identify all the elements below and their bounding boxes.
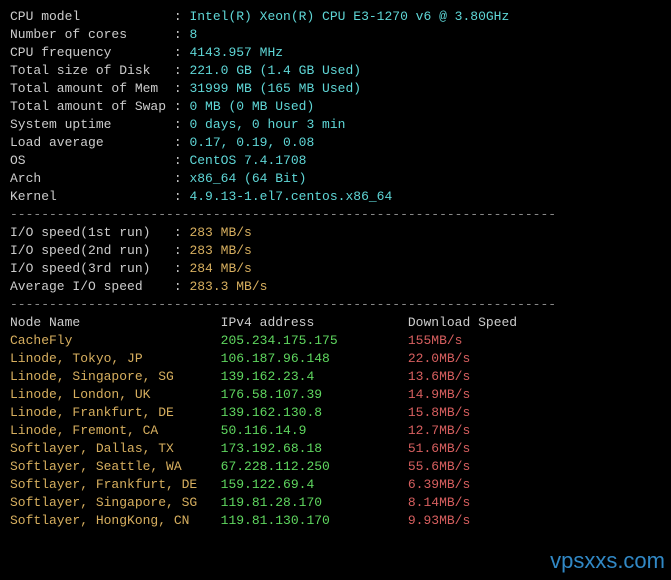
io-value: 283.3 MB/s — [189, 279, 267, 294]
node-row: CacheFly 205.234.175.175 155MB/s — [10, 332, 661, 350]
sysinfo-row: Total size of Disk : 221.0 GB (1.4 GB Us… — [10, 62, 661, 80]
node-row: Softlayer, Frankfurt, DE 159.122.69.4 6.… — [10, 476, 661, 494]
sysinfo-value: 8 — [189, 27, 197, 42]
terminal-output: CPU model : Intel(R) Xeon(R) CPU E3-1270… — [10, 8, 661, 530]
sysinfo-value: 4143.957 MHz — [189, 45, 283, 60]
sysinfo-row: System uptime : 0 days, 0 hour 3 min — [10, 116, 661, 134]
node-speed: 51.6MB/s — [408, 441, 470, 456]
sysinfo-value: 221.0 GB (1.4 GB Used) — [189, 63, 361, 78]
node-name: Linode, Fremont, CA — [10, 423, 221, 438]
node-speed: 13.6MB/s — [408, 369, 470, 384]
node-name: Linode, Tokyo, JP — [10, 351, 221, 366]
node-speed: 14.9MB/s — [408, 387, 470, 402]
sysinfo-value: x86_64 (64 Bit) — [189, 171, 306, 186]
node-speed: 9.93MB/s — [408, 513, 470, 528]
node-speed: 15.8MB/s — [408, 405, 470, 420]
io-value: 284 MB/s — [189, 261, 251, 276]
io-label: Average I/O speed — [10, 279, 174, 294]
io-row: I/O speed(3rd run) : 284 MB/s — [10, 260, 661, 278]
io-label: I/O speed(3rd run) — [10, 261, 174, 276]
node-ip: 106.187.96.148 — [221, 351, 408, 366]
sysinfo-row: Number of cores : 8 — [10, 26, 661, 44]
io-value: 283 MB/s — [189, 225, 251, 240]
sysinfo-value: 0.17, 0.19, 0.08 — [189, 135, 314, 150]
sysinfo-label: CPU frequency — [10, 45, 174, 60]
node-row: Softlayer, Seattle, WA 67.228.112.250 55… — [10, 458, 661, 476]
node-ip: 159.122.69.4 — [221, 477, 408, 492]
node-row: Linode, London, UK 176.58.107.39 14.9MB/… — [10, 386, 661, 404]
node-speed: 8.14MB/s — [408, 495, 470, 510]
sysinfo-row: Total amount of Mem : 31999 MB (165 MB U… — [10, 80, 661, 98]
sysinfo-label: Total size of Disk — [10, 63, 174, 78]
sysinfo-value: 0 days, 0 hour 3 min — [189, 117, 345, 132]
node-name: CacheFly — [10, 333, 221, 348]
node-name: Softlayer, Frankfurt, DE — [10, 477, 221, 492]
node-speed: 155MB/s — [408, 333, 463, 348]
sysinfo-label: OS — [10, 153, 174, 168]
sysinfo-row: CPU frequency : 4143.957 MHz — [10, 44, 661, 62]
node-name: Softlayer, Seattle, WA — [10, 459, 221, 474]
io-row: I/O speed(1st run) : 283 MB/s — [10, 224, 661, 242]
io-value: 283 MB/s — [189, 243, 251, 258]
sysinfo-label: Total amount of Swap — [10, 99, 174, 114]
node-row: Softlayer, Singapore, SG 119.81.28.170 8… — [10, 494, 661, 512]
node-table-header: Node Name IPv4 address Download Speed — [10, 314, 661, 332]
sysinfo-row: Load average : 0.17, 0.19, 0.08 — [10, 134, 661, 152]
node-row: Linode, Singapore, SG 139.162.23.4 13.6M… — [10, 368, 661, 386]
node-row: Linode, Frankfurt, DE 139.162.130.8 15.8… — [10, 404, 661, 422]
sysinfo-value: Intel(R) Xeon(R) CPU E3-1270 v6 @ 3.80GH… — [189, 9, 509, 24]
io-label: I/O speed(2nd run) — [10, 243, 174, 258]
node-ip: 67.228.112.250 — [221, 459, 408, 474]
sysinfo-label: Load average — [10, 135, 174, 150]
node-ip: 205.234.175.175 — [221, 333, 408, 348]
sysinfo-label: CPU model — [10, 9, 174, 24]
node-ip: 139.162.23.4 — [221, 369, 408, 384]
io-row: I/O speed(2nd run) : 283 MB/s — [10, 242, 661, 260]
sysinfo-row: OS : CentOS 7.4.1708 — [10, 152, 661, 170]
divider-line: ----------------------------------------… — [10, 296, 661, 314]
io-label: I/O speed(1st run) — [10, 225, 174, 240]
sysinfo-label: Total amount of Mem — [10, 81, 174, 96]
sysinfo-value: CentOS 7.4.1708 — [189, 153, 306, 168]
sysinfo-value: 0 MB (0 MB Used) — [189, 99, 314, 114]
node-name: Linode, London, UK — [10, 387, 221, 402]
node-ip: 173.192.68.18 — [221, 441, 408, 456]
node-name: Linode, Singapore, SG — [10, 369, 221, 384]
node-name: Softlayer, Dallas, TX — [10, 441, 221, 456]
sysinfo-label: Arch — [10, 171, 174, 186]
node-row: Linode, Fremont, CA 50.116.14.9 12.7MB/s — [10, 422, 661, 440]
sysinfo-row: Arch : x86_64 (64 Bit) — [10, 170, 661, 188]
sysinfo-row: Total amount of Swap : 0 MB (0 MB Used) — [10, 98, 661, 116]
node-ip: 50.116.14.9 — [221, 423, 408, 438]
node-ip: 176.58.107.39 — [221, 387, 408, 402]
sysinfo-label: System uptime — [10, 117, 174, 132]
node-ip: 119.81.28.170 — [221, 495, 408, 510]
node-name: Linode, Frankfurt, DE — [10, 405, 221, 420]
sysinfo-value: 4.9.13-1.el7.centos.x86_64 — [189, 189, 392, 204]
node-row: Softlayer, HongKong, CN 119.81.130.170 9… — [10, 512, 661, 530]
sysinfo-row: CPU model : Intel(R) Xeon(R) CPU E3-1270… — [10, 8, 661, 26]
node-row: Softlayer, Dallas, TX 173.192.68.18 51.6… — [10, 440, 661, 458]
sysinfo-label: Number of cores — [10, 27, 174, 42]
node-ip: 119.81.130.170 — [221, 513, 408, 528]
node-speed: 12.7MB/s — [408, 423, 470, 438]
watermark-text: vpsxxs.com — [550, 552, 665, 570]
node-row: Linode, Tokyo, JP 106.187.96.148 22.0MB/… — [10, 350, 661, 368]
node-speed: 55.6MB/s — [408, 459, 470, 474]
sysinfo-row: Kernel : 4.9.13-1.el7.centos.x86_64 — [10, 188, 661, 206]
sysinfo-value: 31999 MB (165 MB Used) — [189, 81, 361, 96]
io-row: Average I/O speed : 283.3 MB/s — [10, 278, 661, 296]
sysinfo-label: Kernel — [10, 189, 174, 204]
node-speed: 6.39MB/s — [408, 477, 470, 492]
node-ip: 139.162.130.8 — [221, 405, 408, 420]
node-speed: 22.0MB/s — [408, 351, 470, 366]
node-name: Softlayer, Singapore, SG — [10, 495, 221, 510]
node-name: Softlayer, HongKong, CN — [10, 513, 221, 528]
divider-line: ----------------------------------------… — [10, 206, 661, 224]
